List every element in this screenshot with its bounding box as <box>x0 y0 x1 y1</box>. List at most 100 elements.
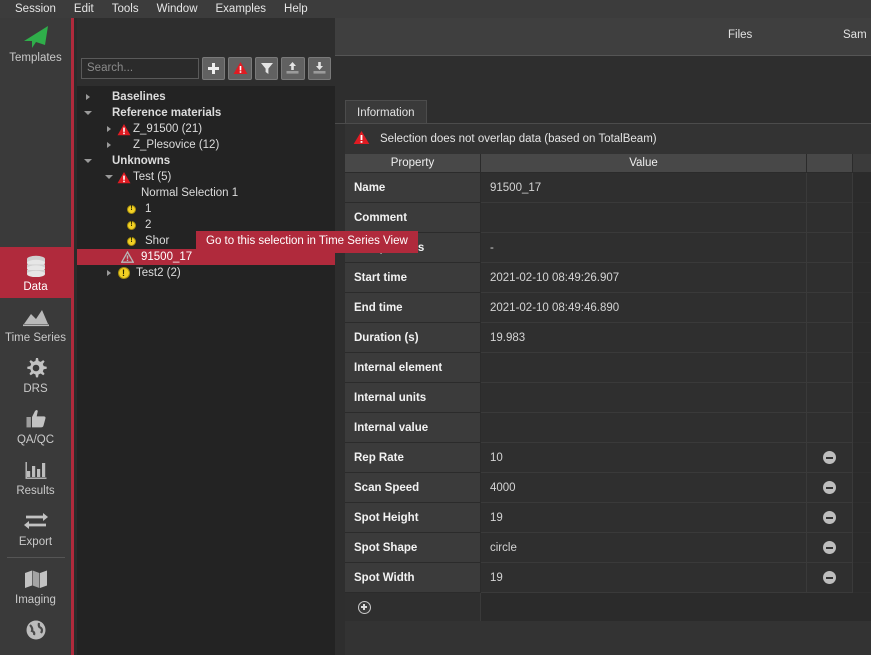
menu-bar: Session Edit Tools Window Examples Help <box>0 0 871 18</box>
table-row[interactable]: Components - <box>345 233 871 263</box>
tree-row[interactable]: ! 1 <box>77 201 335 217</box>
row-value[interactable]: 10 <box>481 443 807 473</box>
tree-row[interactable]: Unknowns <box>77 153 335 169</box>
sample-tree[interactable]: Baselines Reference materials Z_91500 (2… <box>77 86 335 655</box>
tree-row[interactable]: Z_Plesovice (12) <box>77 137 335 153</box>
add-property-button[interactable] <box>358 600 371 614</box>
chevron-right-icon[interactable] <box>102 121 115 137</box>
menu-item-tools[interactable]: Tools <box>103 0 148 18</box>
remove-property-button[interactable] <box>823 571 836 584</box>
import-button[interactable] <box>281 56 305 80</box>
row-value[interactable]: 2021-02-10 08:49:46.890 <box>481 293 807 323</box>
tree-row[interactable]: Test (5) <box>77 169 335 185</box>
row-value[interactable] <box>481 203 807 233</box>
row-action <box>807 173 853 203</box>
table-row[interactable]: Rep Rate 10 <box>345 443 871 473</box>
table-row[interactable]: Internal value <box>345 413 871 443</box>
filter-icon[interactable] <box>254 56 279 80</box>
menu-item-edit[interactable]: Edit <box>65 0 103 18</box>
table-header-row: Property Value <box>345 154 871 173</box>
samples-tab-label[interactable]: Sam <box>843 29 867 41</box>
rail-item-data[interactable]: Data <box>0 247 71 298</box>
table-row[interactable]: Start time 2021-02-10 08:49:26.907 <box>345 263 871 293</box>
remove-property-button[interactable] <box>823 451 836 464</box>
row-value[interactable] <box>481 383 807 413</box>
table-row[interactable]: Scan Speed 4000 <box>345 473 871 503</box>
table-row[interactable]: End time 2021-02-10 08:49:46.890 <box>345 293 871 323</box>
row-action <box>807 293 853 323</box>
column-header-property[interactable]: Property <box>345 154 481 173</box>
rail-item-drs[interactable]: DRS <box>0 349 71 400</box>
remove-property-button[interactable] <box>823 511 836 524</box>
overlap-warning: Selection does not overlap data (based o… <box>345 124 871 154</box>
column-header-actions[interactable] <box>807 154 853 173</box>
row-value[interactable]: 19.983 <box>481 323 807 353</box>
tree-item-label: Unknowns <box>112 155 171 167</box>
left-navigation-rail: Templates Data Time Series DRS QA/QC Res… <box>0 18 74 655</box>
menu-item-examples[interactable]: Examples <box>207 0 276 18</box>
overlap-warning-text: Selection does not overlap data (based o… <box>380 133 657 145</box>
information-panel: Selection does not overlap data (based o… <box>345 124 871 655</box>
chevron-down-icon[interactable] <box>81 153 94 169</box>
rail-item-results[interactable]: Results <box>0 451 71 502</box>
rail-item-qa-qc[interactable]: QA/QC <box>0 400 71 451</box>
area-chart-icon <box>22 304 50 330</box>
row-value[interactable]: 2021-02-10 08:49:26.907 <box>481 263 807 293</box>
table-row[interactable]: Internal element <box>345 353 871 383</box>
row-property: Start time <box>345 263 481 293</box>
rail-item-globe[interactable] <box>0 611 71 649</box>
row-value[interactable]: 19 <box>481 503 807 533</box>
row-value[interactable] <box>481 413 807 443</box>
table-row[interactable]: Name 91500_17 <box>345 173 871 203</box>
files-tab-label[interactable]: Files <box>728 29 752 41</box>
chevron-right-icon[interactable] <box>102 265 115 281</box>
table-row[interactable]: Internal units <box>345 383 871 413</box>
tree-row[interactable]: ! Test2 (2) <box>77 265 335 281</box>
rail-item-templates[interactable]: Templates <box>0 18 71 69</box>
row-value[interactable]: 91500_17 <box>481 173 807 203</box>
properties-table: Property Value Name 91500_17 Comment - S… <box>345 154 871 621</box>
add-property-row[interactable] <box>345 593 871 621</box>
tree-row[interactable]: Baselines <box>77 89 335 105</box>
row-property: Spot Height <box>345 503 481 533</box>
row-filler <box>853 293 871 323</box>
rail-item-export[interactable]: Export <box>0 502 71 553</box>
table-row[interactable]: Duration (s) 19.983 <box>345 323 871 353</box>
chevron-down-icon[interactable] <box>81 105 94 121</box>
row-filler <box>853 203 871 233</box>
rail-label-imaging: Imaging <box>15 594 56 606</box>
row-value[interactable]: - <box>481 233 807 263</box>
table-row[interactable]: Spot Width 19 <box>345 563 871 593</box>
chevron-right-icon[interactable] <box>81 89 94 105</box>
row-value[interactable]: 4000 <box>481 473 807 503</box>
rail-item-time-series[interactable]: Time Series <box>0 298 71 349</box>
row-filler <box>853 503 871 533</box>
row-value[interactable]: circle <box>481 533 807 563</box>
chevron-down-icon[interactable] <box>102 169 115 185</box>
menu-item-session[interactable]: Session <box>6 0 65 18</box>
row-value[interactable] <box>481 353 807 383</box>
menu-item-help[interactable]: Help <box>275 0 317 18</box>
add-button[interactable] <box>202 56 226 80</box>
chevron-right-icon[interactable] <box>102 137 115 153</box>
tree-row[interactable]: Z_91500 (21) <box>77 121 335 137</box>
rail-label-templates: Templates <box>9 52 62 64</box>
table-row[interactable]: Spot Height 19 <box>345 503 871 533</box>
row-value[interactable]: 19 <box>481 563 807 593</box>
remove-property-button[interactable] <box>823 541 836 554</box>
search-input[interactable] <box>81 57 199 79</box>
remove-property-button[interactable] <box>823 481 836 494</box>
tree-row[interactable]: Normal Selection 1 <box>77 185 335 201</box>
row-property: Rep Rate <box>345 443 481 473</box>
column-header-value[interactable]: Value <box>481 154 807 173</box>
tab-information[interactable]: Information <box>345 100 427 124</box>
export-button[interactable] <box>307 56 332 80</box>
rail-item-imaging[interactable]: Imaging <box>0 560 71 611</box>
info-badge-icon: ! <box>123 236 140 246</box>
menu-item-window[interactable]: Window <box>148 0 207 18</box>
tree-row[interactable]: Reference materials <box>77 105 335 121</box>
table-row[interactable]: Comment <box>345 203 871 233</box>
top-tab-strip: Files Sam <box>335 18 871 56</box>
table-row[interactable]: Spot Shape circle <box>345 533 871 563</box>
warning-filter-button[interactable] <box>228 56 252 80</box>
